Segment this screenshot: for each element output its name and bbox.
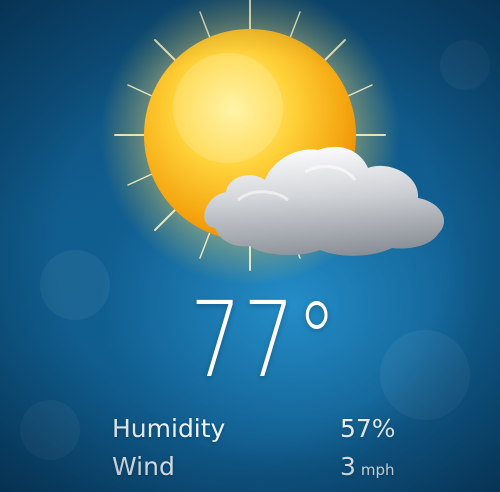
temperature-value: 77° bbox=[190, 279, 339, 401]
humidity-row: Humidity 57% bbox=[112, 412, 402, 446]
weather-screen: 77° Humidity 57% Wind 3 mph bbox=[0, 0, 500, 492]
temperature-display: 77° bbox=[190, 288, 380, 392]
wind-value: 3 mph bbox=[340, 450, 395, 487]
background-bokeh bbox=[380, 330, 470, 420]
wind-label: Wind bbox=[112, 452, 175, 481]
humidity-value-text: 57% bbox=[340, 414, 396, 443]
humidity-value: 57% bbox=[340, 412, 396, 446]
background-bokeh bbox=[20, 400, 80, 460]
wind-unit: mph bbox=[360, 461, 395, 479]
humidity-label: Humidity bbox=[112, 414, 226, 443]
partly-sunny-icon bbox=[100, 0, 445, 285]
wind-row: Wind 3 mph bbox=[112, 450, 402, 484]
wind-value-text: 3 bbox=[340, 452, 356, 481]
